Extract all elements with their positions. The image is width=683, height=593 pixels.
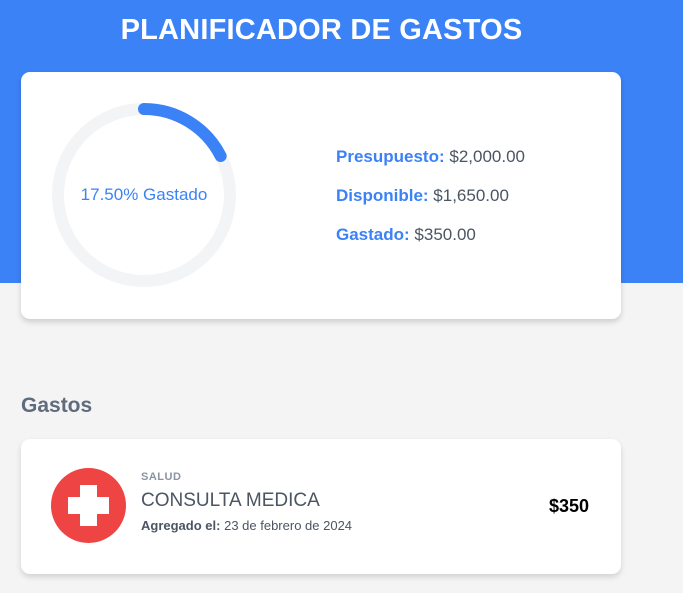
expense-date: Agregado el: 23 de febrero de 2024: [141, 518, 352, 533]
budget-progress-circle: 17.50% Gastado: [50, 101, 238, 289]
stat-available-label: Disponible:: [336, 186, 429, 205]
expense-category: SALUD: [141, 471, 182, 483]
stat-available: Disponible: $1,650.00: [336, 185, 525, 224]
stat-budget-value: $2,000.00: [449, 147, 526, 166]
stat-budget: Presupuesto: $2,000.00: [336, 146, 525, 185]
stat-budget-label: Presupuesto:: [336, 147, 445, 166]
expense-amount: $350: [549, 496, 590, 516]
expense-date-label: Agregado el:: [141, 518, 221, 533]
expenses-section-title: Gastos: [21, 394, 93, 417]
stat-spent: Gastado: $350.00: [336, 224, 525, 263]
expense-name: CONSULTA MEDICA: [141, 490, 320, 511]
stat-spent-label: Gastado:: [336, 225, 410, 244]
medical-cross-icon: [51, 468, 126, 543]
stat-available-value: $1,650.00: [433, 186, 509, 205]
cross-horizontal-bar: [68, 497, 109, 514]
page-title: PLANIFICADOR DE GASTOS: [120, 14, 523, 46]
stat-spent-value: $350.00: [414, 225, 476, 244]
expense-item[interactable]: SALUD CONSULTA MEDICA Agregado el: 23 de…: [21, 439, 621, 574]
percent-spent-text: 17.50% Gastado: [80, 185, 208, 204]
expense-date-value: 23 de febrero de 2024: [224, 518, 353, 533]
budget-card: 17.50% Gastado Presupuesto: $2,000.00 Di…: [21, 72, 621, 319]
budget-stats: Presupuesto: $2,000.00 Disponible: $1,65…: [336, 146, 525, 263]
